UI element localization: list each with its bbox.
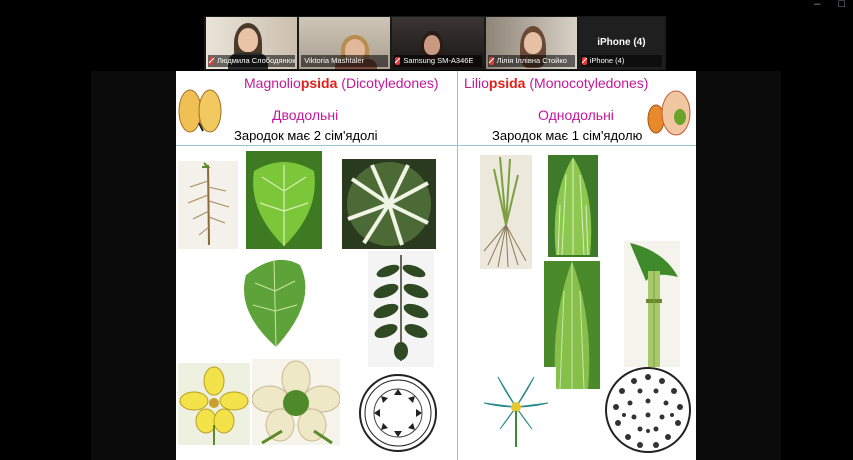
muted-mic-icon (209, 57, 214, 65)
window-controls: – □ (814, 0, 845, 10)
participant-tile-3[interactable]: Samsung SM-A346E (392, 17, 484, 69)
presentation-slide: Magnoliopsida (Dicotyledones) Дводольні … (176, 71, 696, 460)
monocot-stem-cross-section-image (605, 367, 691, 453)
right-subtitle: Однодольні (538, 107, 614, 123)
participant-tile-1[interactable]: Людмила Слободянюк (206, 17, 298, 69)
left-subtitle: Дводольні (272, 107, 339, 123)
cream-flower-image (252, 359, 340, 445)
yellow-flower-image (178, 363, 250, 445)
column-divider (457, 71, 458, 460)
monocot-leaf-parallel-veins-image (548, 155, 598, 257)
participant-name: Людмила Слободянюк (208, 55, 296, 67)
dicot-leaf-net-veins-image (246, 151, 322, 249)
participant-strip: Людмила Слободянюк Viktoria Mashtaler Sa… (204, 16, 666, 70)
restore-icon[interactable]: □ (838, 0, 845, 10)
participant-name: Лілія Іллівна Стойко (487, 55, 575, 67)
bean-seed-image (178, 89, 222, 133)
left-title: Magnoliopsida (Dicotyledones) (244, 75, 439, 91)
muted-mic-icon (395, 57, 401, 65)
pinnate-compound-leaf-image (368, 251, 434, 367)
participant-name: Samsung SM-A346E (394, 55, 482, 67)
palmate-veined-leaf-image (342, 159, 436, 249)
grass-stem-node-image (624, 241, 680, 367)
blue-lily-flower-image (476, 367, 556, 447)
participant-tile-2[interactable]: Viktoria Mashtaler (299, 17, 391, 69)
participant-title: iPhone (4) (597, 37, 646, 48)
dicot-stem-cross-section-image (359, 374, 437, 452)
right-description: Зародок має 1 сім'ядолю (492, 128, 643, 143)
taproot-image (178, 161, 238, 249)
left-description: Зародок має 2 сім'ядолі (234, 128, 378, 143)
muted-mic-icon (581, 57, 587, 65)
grain-seed-image (647, 90, 691, 136)
participant-tile-5[interactable]: iPhone (4) iPhone (4) (578, 17, 664, 69)
fibrous-root-image (480, 155, 532, 269)
minimize-icon[interactable]: – (814, 0, 820, 10)
participant-name: Viktoria Mashtaler (301, 55, 389, 67)
participant-tile-4[interactable]: Лілія Іллівна Стойко (485, 17, 577, 69)
header-divider (176, 145, 696, 146)
participant-name: iPhone (4) (580, 55, 662, 67)
right-title: Liliopsida (Monocotyledones) (464, 75, 649, 91)
muted-mic-icon (488, 57, 494, 65)
linden-leaf-image (244, 258, 306, 348)
